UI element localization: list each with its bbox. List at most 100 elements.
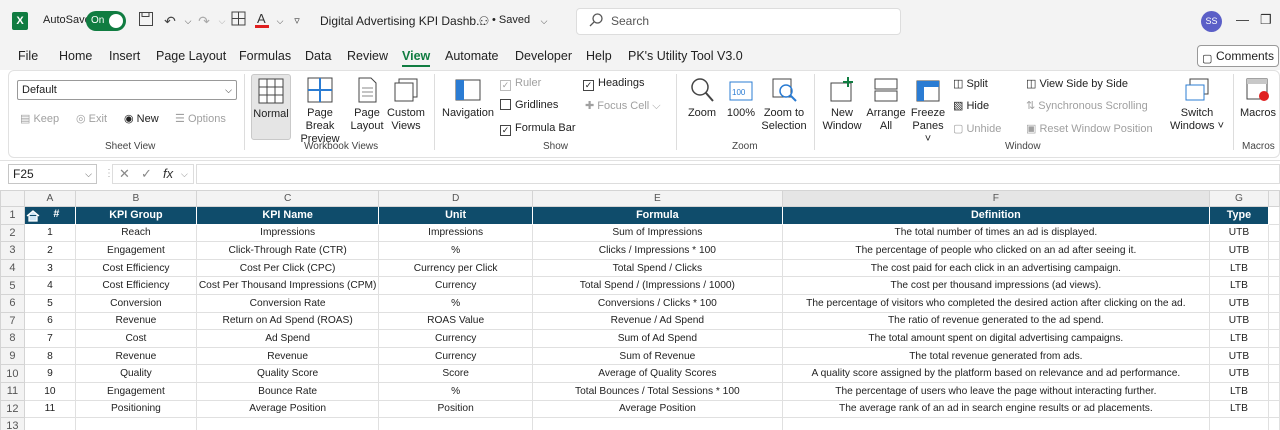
table-cell[interactable]: Revenue / Ad Spend (531, 311, 783, 331)
options-button[interactable]: ☰ Options (175, 112, 226, 125)
table-cell[interactable]: Bounce Rate (195, 381, 380, 401)
synchronous-scrolling-button[interactable]: ⇅ Synchronous Scrolling (1026, 99, 1148, 112)
cancel-icon[interactable]: ✕ (119, 165, 130, 183)
search-input[interactable]: Search (576, 8, 901, 35)
table-cell[interactable]: Engagement (75, 241, 197, 260)
unhide-button[interactable]: ▢ Unhide (953, 122, 1001, 135)
new-window-button[interactable]: New Window (820, 74, 864, 133)
menu-home[interactable]: Home (59, 49, 92, 63)
table-cell[interactable]: The total amount spent on digital advert… (781, 329, 1210, 348)
row-header[interactable]: 3 (0, 241, 25, 260)
cell[interactable] (195, 417, 380, 430)
page-break-preview-button[interactable]: Page Break Preview (292, 74, 348, 146)
table-cell[interactable]: The percentage of people who clicked on … (781, 241, 1210, 260)
table-cell[interactable]: UTB (1208, 346, 1270, 366)
table-cell[interactable]: 10 (23, 381, 77, 401)
cell[interactable] (1268, 206, 1280, 225)
table-cell[interactable]: The average rank of an ad in search engi… (781, 399, 1210, 419)
table-cell[interactable]: % (378, 381, 533, 401)
cell[interactable] (75, 417, 197, 430)
cell[interactable] (1268, 399, 1280, 419)
table-cell[interactable]: 5 (23, 293, 77, 313)
home-icon[interactable] (26, 210, 40, 222)
table-cell[interactable]: 9 (23, 364, 77, 383)
arrange-all-button[interactable]: Arrange All (864, 74, 908, 133)
table-cell[interactable]: Cost Efficiency (75, 276, 197, 295)
cell[interactable] (531, 417, 783, 430)
menu-data[interactable]: Data (305, 49, 331, 63)
row-header[interactable]: 9 (0, 346, 25, 366)
table-cell[interactable]: Average Position (195, 399, 380, 419)
table-cell[interactable]: LTB (1208, 329, 1270, 348)
minimize-icon[interactable]: — (1236, 12, 1249, 27)
restore-icon[interactable]: ❒ (1260, 12, 1272, 28)
cell[interactable] (1268, 276, 1280, 295)
table-cell[interactable]: 3 (23, 258, 77, 278)
table-cell[interactable]: 7 (23, 329, 77, 348)
cell[interactable] (23, 417, 77, 430)
gridlines-checkbox[interactable]: Gridlines (500, 99, 558, 111)
table-cell[interactable]: The percentage of visitors who completed… (781, 293, 1210, 313)
enter-icon[interactable]: ✓ (141, 165, 152, 183)
table-cell[interactable]: % (378, 241, 533, 260)
table-cell[interactable]: UTB (1208, 241, 1270, 260)
column-header-f[interactable]: F (781, 190, 1210, 207)
autosave-toggle[interactable]: On (86, 11, 126, 31)
table-cell[interactable]: 6 (23, 311, 77, 331)
table-cell[interactable]: Average of Quality Scores (531, 364, 783, 383)
cell[interactable] (1268, 223, 1280, 243)
table-cell[interactable]: Currency (378, 329, 533, 348)
cell[interactable] (1268, 329, 1280, 348)
table-cell[interactable]: A quality score assigned by the platform… (781, 364, 1210, 383)
table-cell[interactable]: Click-Through Rate (CTR) (195, 241, 380, 260)
chevron-down-icon[interactable]: ⌵ (181, 165, 188, 183)
row-header[interactable]: 8 (0, 329, 25, 348)
switch-windows-button[interactable]: Switch Windows ˅ (1168, 74, 1226, 133)
insert-function-icon[interactable]: fx (163, 165, 173, 183)
table-header-cell[interactable]: Type (1208, 206, 1270, 225)
column-header-g[interactable]: G (1208, 190, 1270, 207)
cell[interactable] (1268, 293, 1280, 313)
table-cell[interactable]: Return on Ad Spend (ROAS) (195, 311, 380, 331)
menu-formulas[interactable]: Formulas (239, 49, 291, 63)
table-cell[interactable]: Sum of Ad Spend (531, 329, 783, 348)
table-cell[interactable]: Conversions / Clicks * 100 (531, 293, 783, 313)
saved-dropdown-icon[interactable]: ⌵ (534, 11, 554, 31)
column-header-next[interactable] (1268, 190, 1280, 207)
table-cell[interactable]: Engagement (75, 381, 197, 401)
table-cell[interactable]: LTB (1208, 399, 1270, 419)
user-avatar[interactable]: SS (1201, 11, 1222, 32)
cell[interactable] (1268, 258, 1280, 278)
table-cell[interactable]: Total Spend / (Impressions / 1000) (531, 276, 783, 295)
table-cell[interactable]: ROAS Value (378, 311, 533, 331)
table-cell[interactable]: Revenue (75, 311, 197, 331)
formula-bar-checkbox[interactable]: ✓ Formula Bar (500, 122, 576, 136)
hide-button[interactable]: ▧ Hide (953, 99, 989, 112)
cell[interactable] (1268, 417, 1280, 430)
menu-view[interactable]: View (402, 49, 431, 67)
custom-views-button[interactable]: Custom Views (386, 74, 426, 133)
cell[interactable] (781, 417, 1210, 430)
table-cell[interactable]: Currency per Click (378, 258, 533, 278)
table-cell[interactable]: Revenue (195, 346, 380, 366)
table-header-cell[interactable]: Unit (378, 206, 533, 225)
table-cell[interactable]: % (378, 293, 533, 313)
table-cell[interactable]: The cost per thousand impressions (ad vi… (781, 276, 1210, 295)
row-header[interactable]: 12 (0, 399, 25, 419)
table-cell[interactable]: Positioning (75, 399, 197, 419)
table-cell[interactable]: Sum of Impressions (531, 223, 783, 243)
table-cell[interactable]: Clicks / Impressions * 100 (531, 241, 783, 260)
table-cell[interactable]: Conversion (75, 293, 197, 313)
table-cell[interactable]: Reach (75, 223, 197, 243)
page-layout-button[interactable]: Page Layout (350, 74, 384, 133)
table-cell[interactable]: LTB (1208, 381, 1270, 401)
table-cell[interactable]: Currency (378, 346, 533, 366)
navigation-button[interactable]: Navigation (440, 74, 496, 120)
table-cell[interactable]: Cost Per Thousand Impressions (CPM) (195, 276, 380, 295)
table-cell[interactable]: The percentage of users who leave the pa… (781, 381, 1210, 401)
cell[interactable] (1268, 364, 1280, 383)
ruler-checkbox[interactable]: ✓ Ruler (500, 77, 541, 91)
table-cell[interactable]: 8 (23, 346, 77, 366)
cell[interactable] (1268, 381, 1280, 401)
cell[interactable] (378, 417, 533, 430)
